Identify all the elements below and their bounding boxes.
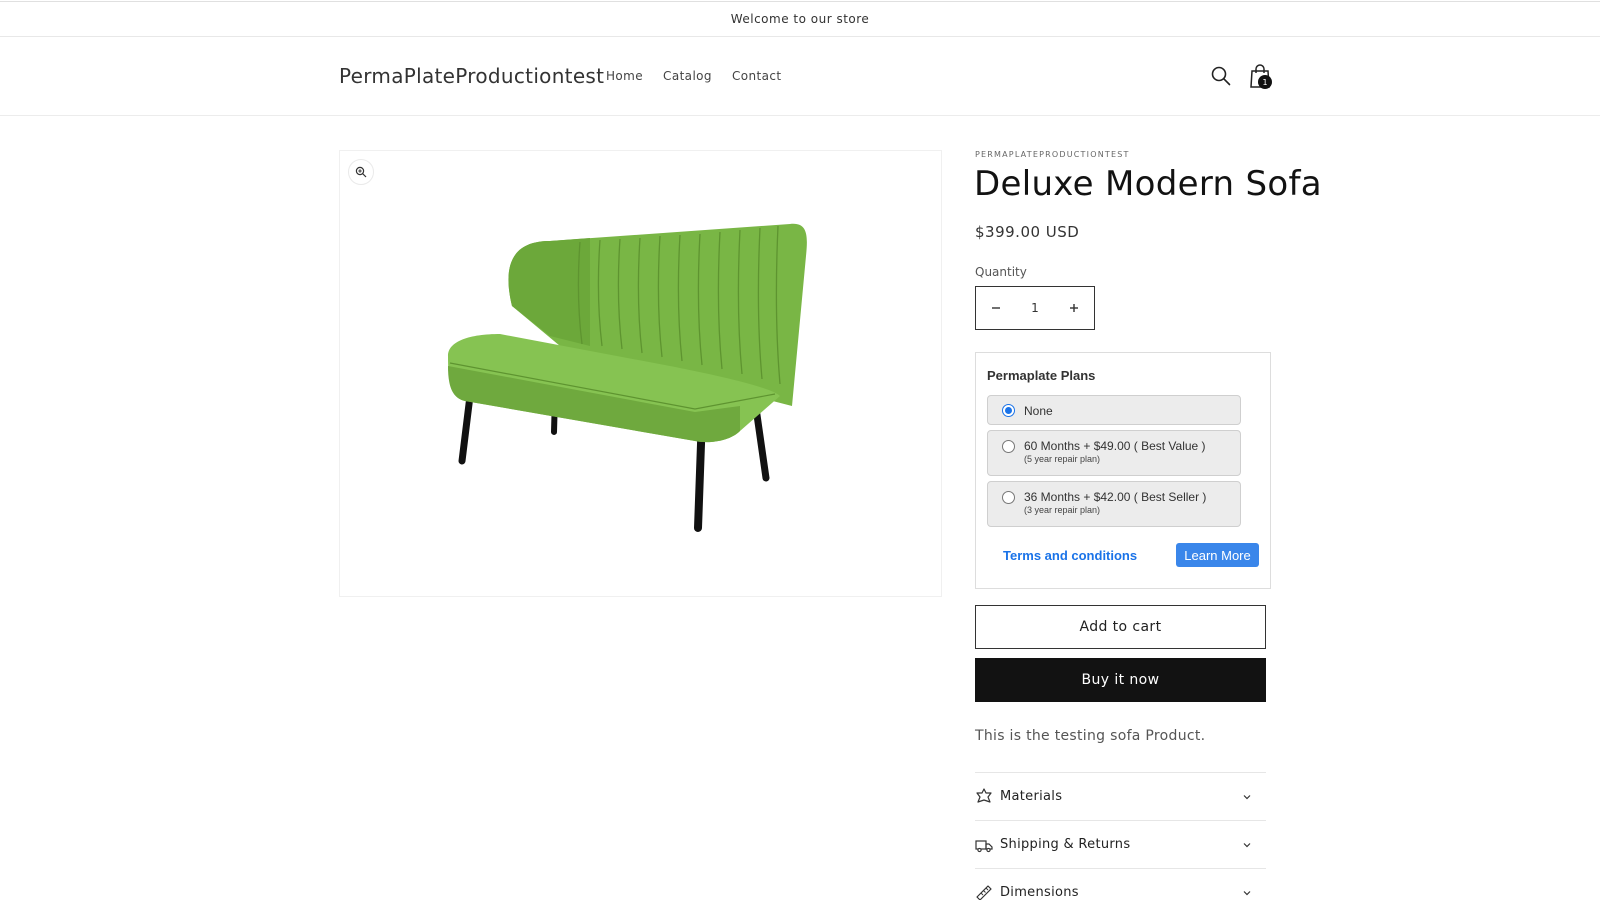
plan-label: None [1024,404,1053,418]
product-vendor: PERMAPLATEPRODUCTIONTEST [975,150,1130,159]
announcement-bar: Welcome to our store [0,1,1600,37]
add-to-cart-button[interactable]: Add to cart [975,605,1266,649]
plans-title: Permaplate Plans [987,368,1096,383]
learn-more-button[interactable]: Learn More [1176,543,1259,567]
store-logo[interactable]: PermaPlateProductiontest [339,64,604,88]
sofa-image[interactable] [440,216,840,546]
product-description: This is the testing sofa Product. [975,728,1206,744]
plan-radio-60-months[interactable] [1002,440,1015,453]
zoom-icon[interactable] [348,159,374,185]
cart-count-badge: 1 [1258,75,1272,89]
quantity-decrease-button[interactable] [976,287,1016,329]
plan-option-60-months[interactable]: 60 Months + $49.00 ( Best Value ) (5 yea… [987,430,1241,476]
ruler-icon [976,884,992,900]
quantity-stepper [975,286,1095,330]
announcement-text: Welcome to our store [730,12,870,26]
nav-item-contact[interactable]: Contact [732,69,782,83]
quantity-increase-button[interactable] [1054,287,1094,329]
chevron-down-icon [1243,890,1251,895]
truck-icon [975,839,993,852]
plan-radio-none[interactable] [1002,404,1015,417]
accordion-label: Shipping & Returns [1000,837,1131,852]
chevron-down-icon [1243,794,1251,799]
plan-option-none[interactable]: None [987,395,1241,425]
plus-icon [1070,304,1078,312]
permaplate-plans-widget: Permaplate Plans None 60 Months + $49.00… [975,352,1271,589]
product-title: Deluxe Modern Sofa [974,164,1322,204]
plan-label: 36 Months + $42.00 ( Best Seller ) [1024,490,1207,504]
accordion-shipping-returns[interactable]: Shipping & Returns [975,820,1266,868]
plan-radio-36-months[interactable] [1002,491,1015,504]
accordion-materials[interactable]: Materials [975,772,1266,820]
plan-sublabel: (3 year repair plan) [1024,505,1101,515]
site-header: PermaPlateProductiontest Home Catalog Co… [0,37,1600,116]
accordion-label: Dimensions [1000,885,1079,900]
terms-and-conditions-link[interactable]: Terms and conditions [1003,548,1137,563]
quantity-label: Quantity [975,265,1027,279]
buy-it-now-button[interactable]: Buy it now [975,658,1266,702]
search-icon[interactable] [1210,65,1232,87]
accordion-label: Materials [1000,789,1063,804]
chevron-down-icon [1243,842,1251,847]
leaf-icon [976,787,992,803]
accordion-dimensions[interactable]: Dimensions [975,868,1266,900]
nav-item-home[interactable]: Home [606,69,643,83]
product-price: $399.00 USD [975,223,1080,241]
nav-item-catalog[interactable]: Catalog [663,69,712,83]
plan-option-36-months[interactable]: 36 Months + $42.00 ( Best Seller ) (3 ye… [987,481,1241,527]
minus-icon [992,307,1000,309]
product-media [339,150,942,597]
plan-sublabel: (5 year repair plan) [1024,454,1101,464]
plan-label: 60 Months + $49.00 ( Best Value ) [1024,439,1206,453]
quantity-input[interactable] [1016,301,1054,315]
main-nav: Home Catalog Contact [606,69,781,83]
